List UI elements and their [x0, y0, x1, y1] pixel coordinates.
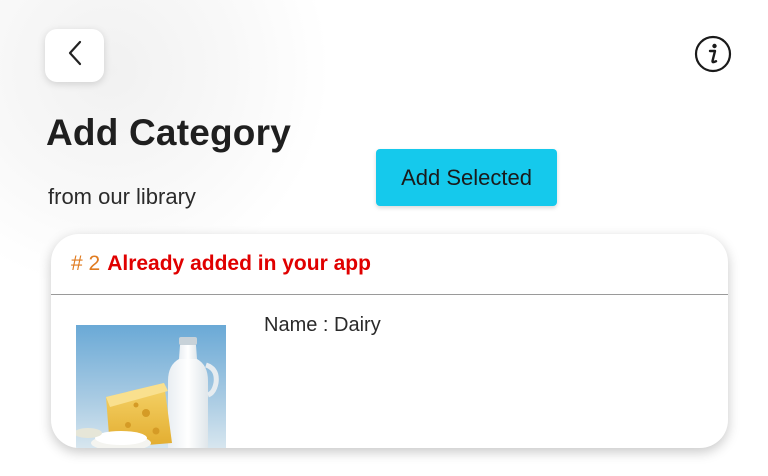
info-circle-icon: [694, 35, 732, 73]
add-selected-button[interactable]: Add Selected: [376, 149, 557, 206]
back-button[interactable]: [45, 29, 104, 82]
category-name: Name : Dairy: [264, 314, 381, 336]
category-status: Already added in your app: [107, 252, 371, 275]
add-category-screen: Add Category from our library Add Select…: [0, 0, 768, 476]
dairy-products-image: [76, 325, 226, 448]
category-number: # 2: [71, 252, 101, 275]
page-subtitle: from our library: [48, 184, 196, 209]
info-button[interactable]: [694, 35, 732, 73]
page-title: Add Category: [46, 112, 291, 153]
card-header: # 2 Already added in your app: [51, 234, 728, 295]
category-card[interactable]: # 2 Already added in your app Name: Dai…: [51, 234, 728, 448]
chevron-left-icon: [65, 39, 85, 72]
